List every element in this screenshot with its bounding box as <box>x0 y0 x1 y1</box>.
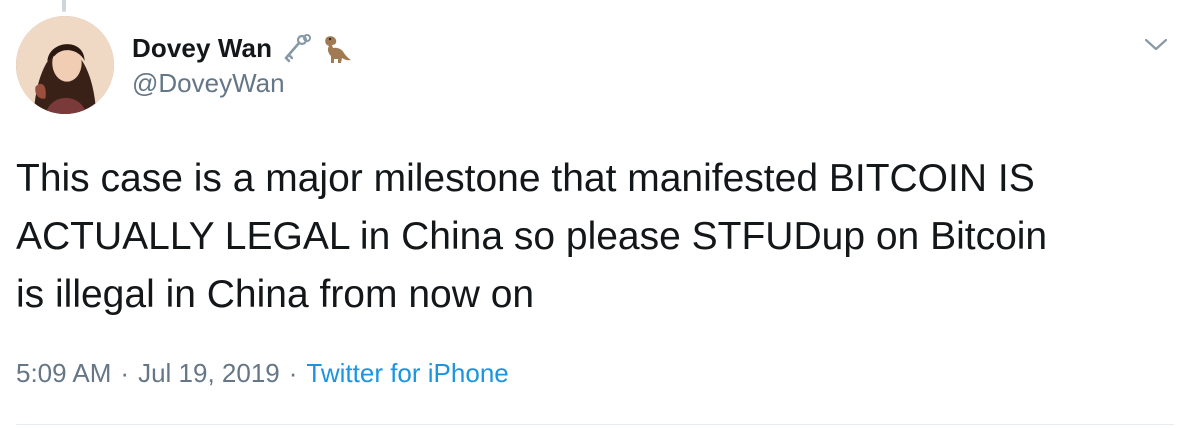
avatar[interactable] <box>16 16 114 114</box>
author-name-row: Dovey Wan <box>132 32 352 64</box>
thread-line <box>62 0 66 12</box>
avatar-photo-icon <box>16 16 114 114</box>
author-handle[interactable]: @DoveyWan <box>132 68 352 99</box>
more-options-caret-icon[interactable] <box>1142 34 1170 56</box>
meta-separator: · <box>120 358 130 388</box>
tweet-card: Dovey Wan @DoveyWan This case is a major… <box>0 0 1190 428</box>
dinosaur-icon <box>320 32 352 64</box>
tweet-text: This case is a major milestone that mani… <box>16 157 1048 316</box>
key-icon <box>280 32 312 64</box>
tweet-metadata: 5:09 AM · Jul 19, 2019 · Twitter for iPh… <box>16 358 509 389</box>
divider <box>16 424 1174 425</box>
meta-separator: · <box>288 358 298 388</box>
tweet-date[interactable]: Jul 19, 2019 <box>138 358 280 389</box>
author-identity: Dovey Wan @DoveyWan <box>132 32 352 99</box>
tweet-time[interactable]: 5:09 AM <box>16 358 111 389</box>
author-display-name[interactable]: Dovey Wan <box>132 33 272 64</box>
tweet-source-link[interactable]: Twitter for iPhone <box>306 358 508 389</box>
